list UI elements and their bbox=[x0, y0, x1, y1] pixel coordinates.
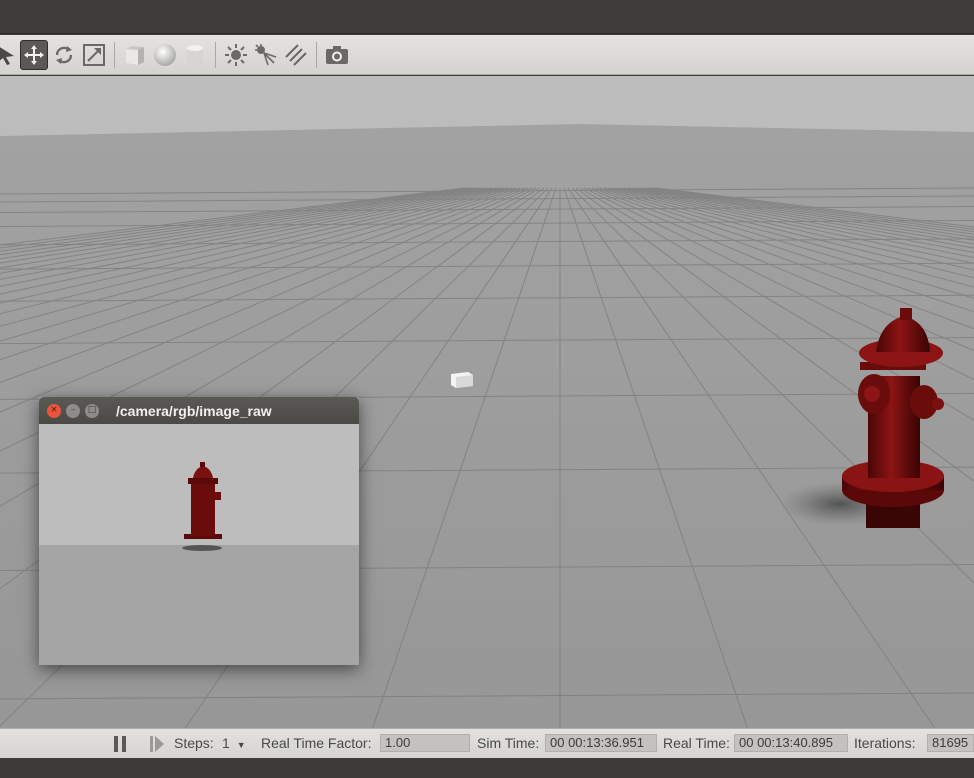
white-box-model[interactable] bbox=[451, 372, 473, 388]
toolbar-separator bbox=[215, 41, 216, 68]
sim-time-field: 00 00:13:36.951 bbox=[545, 734, 657, 752]
minimize-button[interactable]: – bbox=[66, 403, 80, 418]
directional-light-button[interactable] bbox=[282, 40, 310, 70]
cylinder-shape-button[interactable] bbox=[181, 40, 209, 70]
box-shape-button[interactable] bbox=[121, 40, 149, 70]
camera-window-title: /camera/rgb/image_raw bbox=[116, 402, 272, 419]
real-time-field: 00 00:13:40.895 bbox=[734, 734, 848, 752]
spot-light-button[interactable] bbox=[252, 40, 280, 70]
toolbar bbox=[0, 35, 974, 75]
scale-icon bbox=[83, 43, 105, 66]
real-time-factor-label: Real Time Factor: bbox=[261, 735, 372, 751]
pause-button[interactable] bbox=[112, 735, 128, 753]
close-button[interactable]: × bbox=[47, 403, 61, 418]
steps-value: 1 bbox=[222, 735, 230, 751]
sphere-shape-button[interactable] bbox=[151, 40, 179, 70]
sun-icon bbox=[225, 43, 247, 66]
chevron-down-icon: ▼ bbox=[236, 740, 246, 750]
sphere-icon bbox=[154, 43, 176, 66]
real-time-factor-field: 1.00 bbox=[380, 734, 470, 752]
cylinder-icon bbox=[187, 44, 203, 66]
translate-mode-button[interactable] bbox=[20, 39, 48, 70]
select-mode-button[interactable] bbox=[0, 40, 18, 70]
camera-image-view bbox=[39, 424, 359, 665]
box-icon bbox=[126, 45, 144, 65]
real-time-label: Real Time: bbox=[663, 735, 730, 751]
steps-label: Steps: bbox=[174, 735, 214, 751]
directional-light-icon bbox=[285, 43, 307, 66]
scale-mode-button[interactable] bbox=[80, 40, 108, 70]
toolbar-separator bbox=[316, 41, 317, 68]
status-bar: Steps: 1 ▼ Real Time Factor: 1.00 Sim Ti… bbox=[0, 728, 974, 758]
arrow-icon bbox=[0, 46, 14, 65]
step-forward-icon bbox=[150, 736, 164, 752]
rotate-mode-button[interactable] bbox=[50, 40, 78, 70]
camera-icon bbox=[326, 45, 348, 64]
window-bottom-edge bbox=[0, 758, 974, 778]
window-titlebar bbox=[0, 0, 974, 34]
point-light-button[interactable] bbox=[222, 40, 250, 70]
toolbar-separator bbox=[114, 41, 115, 68]
steps-spinner[interactable]: 1 ▼ bbox=[222, 735, 246, 751]
sim-time-label: Sim Time: bbox=[477, 735, 540, 751]
pause-icon bbox=[114, 736, 126, 752]
iterations-label: Iterations: bbox=[854, 735, 916, 751]
gazebo-window: × – □ /camera/rgb/image_raw Steps: 1 ▼ R… bbox=[0, 0, 974, 778]
step-button[interactable] bbox=[148, 735, 166, 753]
rotate-icon bbox=[55, 45, 73, 64]
move-icon bbox=[24, 44, 44, 65]
iterations-field: 81695 bbox=[927, 734, 974, 752]
screenshot-button[interactable] bbox=[323, 40, 351, 70]
camera-window-titlebar[interactable]: × – □ /camera/rgb/image_raw bbox=[39, 397, 359, 424]
camera-image-window[interactable]: × – □ /camera/rgb/image_raw bbox=[39, 397, 359, 665]
spotlight-icon bbox=[255, 43, 277, 65]
maximize-button[interactable]: □ bbox=[85, 403, 99, 418]
